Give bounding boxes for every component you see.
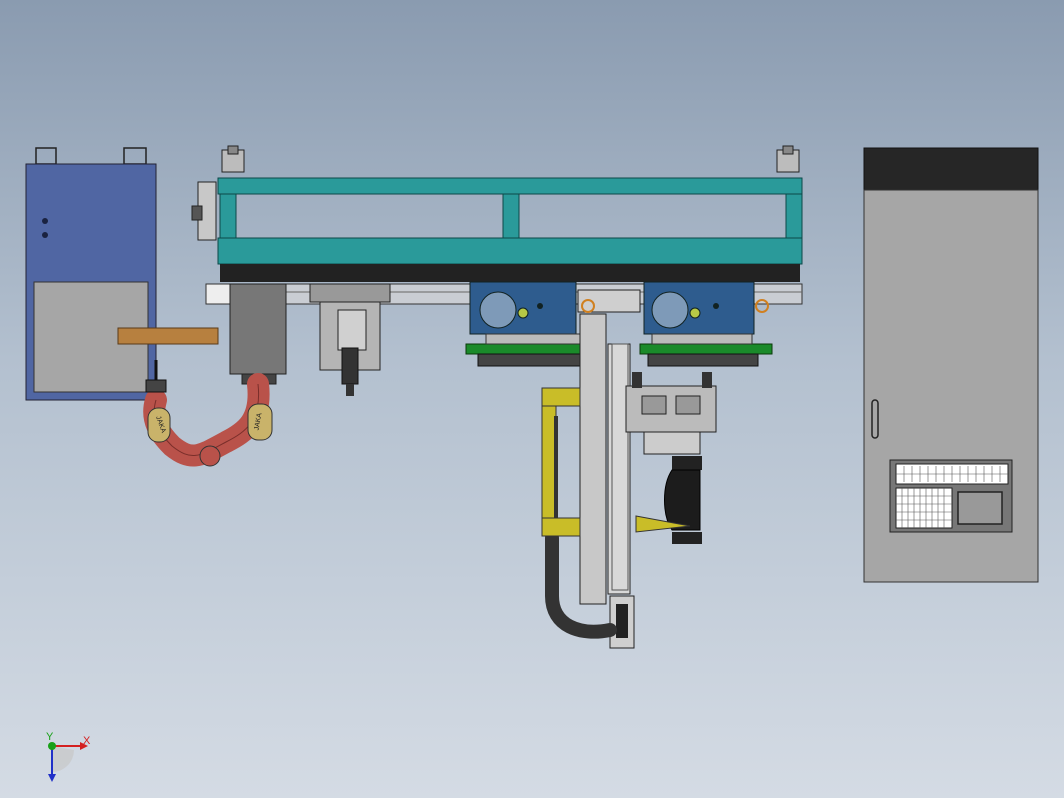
spindle-unit [309, 283, 391, 396]
control-cabinet [863, 147, 1039, 583]
triad-x-label: X [83, 735, 91, 747]
yellow-bracket [541, 387, 581, 537]
gantry-frame [191, 145, 803, 305]
cnc-screen [957, 491, 1003, 525]
pneumatic-valve [191, 181, 217, 241]
triad-y-label: Y [46, 731, 54, 743]
cnc-control-panel [889, 459, 1013, 533]
cnc-keypad [895, 487, 953, 529]
robot-arm: JAKA JAKA [143, 360, 273, 467]
coordinate-triad[interactable]: X Y [46, 731, 91, 782]
gripper-head [625, 372, 717, 544]
lifting-eye-right [776, 145, 800, 173]
vertical-axis [579, 313, 635, 649]
cad-viewport[interactable]: JAKA JAKA X Y [0, 0, 1064, 798]
control-cabinet-top [863, 147, 1039, 191]
robot-joint-upper: JAKA [247, 403, 273, 441]
gearbox-right [639, 281, 773, 367]
robot-mount [229, 283, 287, 385]
gantry-deck [220, 264, 800, 282]
robot-joint-lower: JAKA [147, 407, 171, 443]
power-cabinet [25, 147, 157, 401]
wooden-board [117, 327, 219, 345]
lifting-eye-left [221, 145, 245, 173]
